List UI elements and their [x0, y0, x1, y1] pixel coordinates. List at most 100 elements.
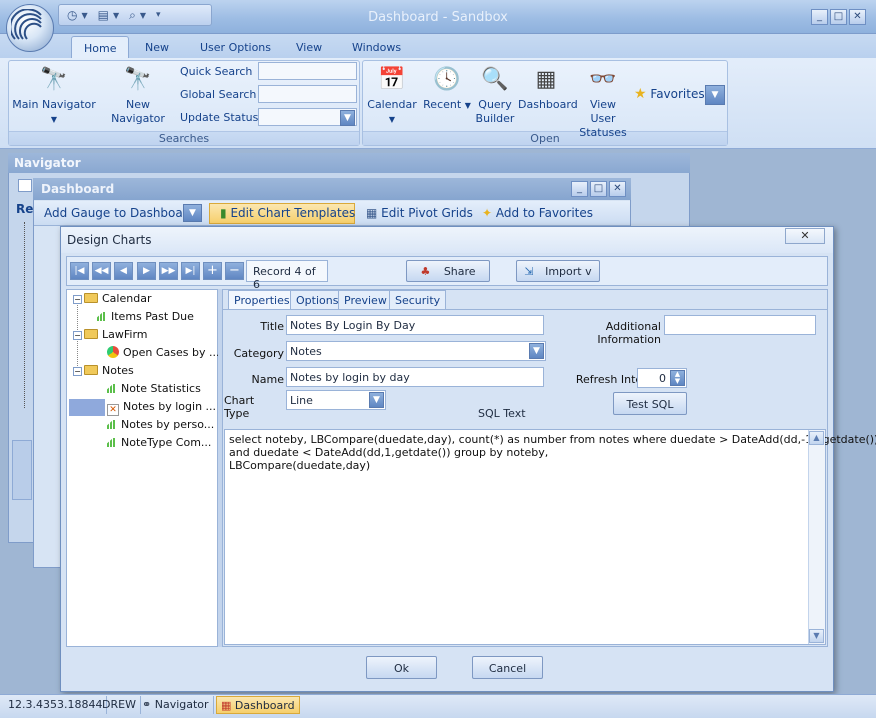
collapse-icon[interactable]: − [73, 331, 82, 340]
chevron-down-icon[interactable]: ▼ [340, 110, 355, 126]
sql-scrollbar[interactable] [808, 430, 825, 644]
edit-pivot-grids-button[interactable]: ▦ Edit Pivot Grids [362, 205, 477, 223]
prev-record-button[interactable]: ◀ [114, 262, 133, 280]
add-record-button[interactable]: + [203, 262, 222, 280]
close-button[interactable]: ✕ [609, 181, 626, 197]
update-status-label: Update Status [180, 111, 259, 124]
global-search-input[interactable] [258, 85, 357, 103]
sql-text-editor[interactable]: select noteby, LBCompare(duedate,day), c… [224, 429, 876, 645]
dashboard-taskbar-item[interactable]: ▦ Dashboard [216, 696, 300, 714]
tab-properties[interactable]: Properties [228, 290, 296, 309]
ribbon-tab-strip [0, 34, 876, 58]
update-status-select[interactable]: ▼ [258, 108, 357, 126]
close-button[interactable]: ✕ [849, 9, 866, 25]
scroll-up-button[interactable]: ▲ [809, 431, 824, 445]
chevron-down-icon[interactable]: ▼ [369, 392, 384, 408]
import-label: Import v [545, 265, 592, 278]
folder-icon [84, 329, 98, 339]
first-record-button[interactable]: |◀ [70, 262, 89, 280]
grid-icon: ▦ [366, 206, 378, 220]
new-navigator-button[interactable]: 🔭 New Navigator [100, 66, 176, 126]
user-label: DREW [98, 696, 141, 714]
main-navigator-button[interactable]: 🔭 Main Navigator ▼ [10, 66, 98, 127]
tab-preview[interactable]: Preview [338, 290, 393, 309]
cancel-button[interactable]: Cancel [472, 656, 543, 679]
category-select[interactable]: Notes ▼ [286, 341, 546, 361]
tree-node-label: LawFirm [102, 328, 148, 341]
edit-chart-templates-label: Edit Chart Templates [230, 206, 356, 220]
additional-information-input[interactable] [664, 315, 816, 335]
favorites-button[interactable]: ★ Favorites [634, 86, 705, 102]
version-label: 12.3.4353.18844 [4, 696, 108, 714]
view-user-label-2: Statuses [579, 126, 627, 139]
recent-button[interactable]: 🕓 Recent ▼ [422, 66, 472, 113]
magnifier-icon: 🔍 [481, 67, 509, 92]
dialog-close-button[interactable]: ✕ [785, 228, 825, 244]
next-record-button[interactable]: ▶ [137, 262, 156, 280]
refresh-interval-spinner[interactable]: 0 ▲ ▼ [637, 368, 687, 388]
star-icon: ★ [634, 86, 647, 102]
tree-node-label: Notes [102, 364, 134, 377]
chevron-down-icon[interactable]: ▼ [529, 343, 544, 359]
prev-page-button[interactable]: ◀◀ [92, 262, 111, 280]
calendar-button[interactable]: 📅 Calendar ▼ [364, 66, 420, 127]
bar-chart-icon: ▮ [220, 206, 227, 220]
dashboard-button[interactable]: ▦ Dashboard [518, 66, 578, 112]
star-add-icon: ✦ [482, 206, 493, 220]
navigator-title: Navigator [8, 153, 690, 173]
tab-windows[interactable]: Windows [340, 36, 413, 58]
tree-node-label: Notes by login ... [123, 400, 217, 413]
tree-node-lawfirm[interactable]: − LawFirm [73, 326, 148, 344]
name-input[interactable]: Notes by login by day [286, 367, 544, 387]
share-label: Share [443, 265, 476, 278]
tree-node-note-statistics[interactable]: Note Statistics [107, 380, 201, 398]
next-page-button[interactable]: ▶▶ [159, 262, 178, 280]
query-builder-button[interactable]: 🔍 Query Builder [474, 66, 516, 126]
app-menu-orb[interactable] [6, 4, 54, 52]
tab-view[interactable]: View [284, 36, 334, 58]
collapse-icon[interactable]: − [73, 367, 82, 376]
tree-node-label: Calendar [102, 292, 152, 305]
ok-button[interactable]: Ok [366, 656, 437, 679]
test-sql-button[interactable]: Test SQL [613, 392, 687, 415]
favorites-dropdown[interactable]: ▼ [705, 85, 725, 105]
tree-node-label: NoteType Com... [121, 436, 212, 449]
add-gauge-button[interactable]: Add Gauge to Dashboard [40, 205, 199, 223]
collapse-icon[interactable]: − [73, 295, 82, 304]
line-chart-icon: ✕ [107, 404, 119, 416]
tree-node-open-cases[interactable]: Open Cases by ... [107, 344, 220, 362]
tab-home[interactable]: Home [71, 36, 130, 58]
title-label: Title [260, 320, 284, 333]
tab-user-options[interactable]: User Options [188, 36, 283, 58]
delete-record-button[interactable]: − [225, 262, 244, 280]
tree-node-items-past-due[interactable]: Items Past Due [97, 308, 194, 326]
chart-type-select[interactable]: Line ▼ [286, 390, 386, 410]
spinner-arrows-icon[interactable]: ▲ ▼ [670, 370, 685, 386]
tree-node-notes[interactable]: − Notes [73, 362, 134, 380]
import-button[interactable]: ⇲ Import v [516, 260, 600, 282]
navigator-checkbox[interactable] [18, 179, 32, 192]
minimize-button[interactable]: _ [571, 181, 588, 197]
minimize-button[interactable]: _ [811, 9, 828, 25]
share-button[interactable]: ♣ Share [406, 260, 490, 282]
tab-new[interactable]: New [133, 36, 181, 58]
quick-search-input[interactable] [258, 62, 357, 80]
tree-node-calendar[interactable]: − Calendar [73, 290, 151, 308]
scroll-down-button[interactable]: ▼ [809, 629, 824, 643]
navigator-taskbar-item[interactable]: ⚭ Navigator [138, 696, 214, 714]
tree-node-notes-by-person[interactable]: Notes by perso... [107, 416, 214, 434]
tree-node-notes-by-login[interactable]: ✕ Notes by login ... [107, 398, 216, 416]
app-logo-icon [11, 9, 42, 40]
last-record-button[interactable]: ▶| [181, 262, 200, 280]
add-to-favorites-button[interactable]: ✦ Add to Favorites [478, 205, 597, 223]
bar-chart-icon [97, 312, 105, 321]
add-gauge-dropdown[interactable]: ▼ [183, 204, 202, 222]
maximize-button[interactable]: □ [590, 181, 607, 197]
tab-security[interactable]: Security [389, 290, 447, 309]
tree-node-notetype[interactable]: NoteType Com... [107, 434, 211, 452]
maximize-button[interactable]: □ [830, 9, 847, 25]
view-user-statuses-button[interactable]: 👓 View User Statuses [576, 66, 630, 140]
title-input[interactable]: Notes By Login By Day [286, 315, 544, 335]
edit-chart-templates-button[interactable]: ▮ Edit Chart Templates [216, 205, 359, 223]
tab-options[interactable]: Options [290, 290, 345, 309]
